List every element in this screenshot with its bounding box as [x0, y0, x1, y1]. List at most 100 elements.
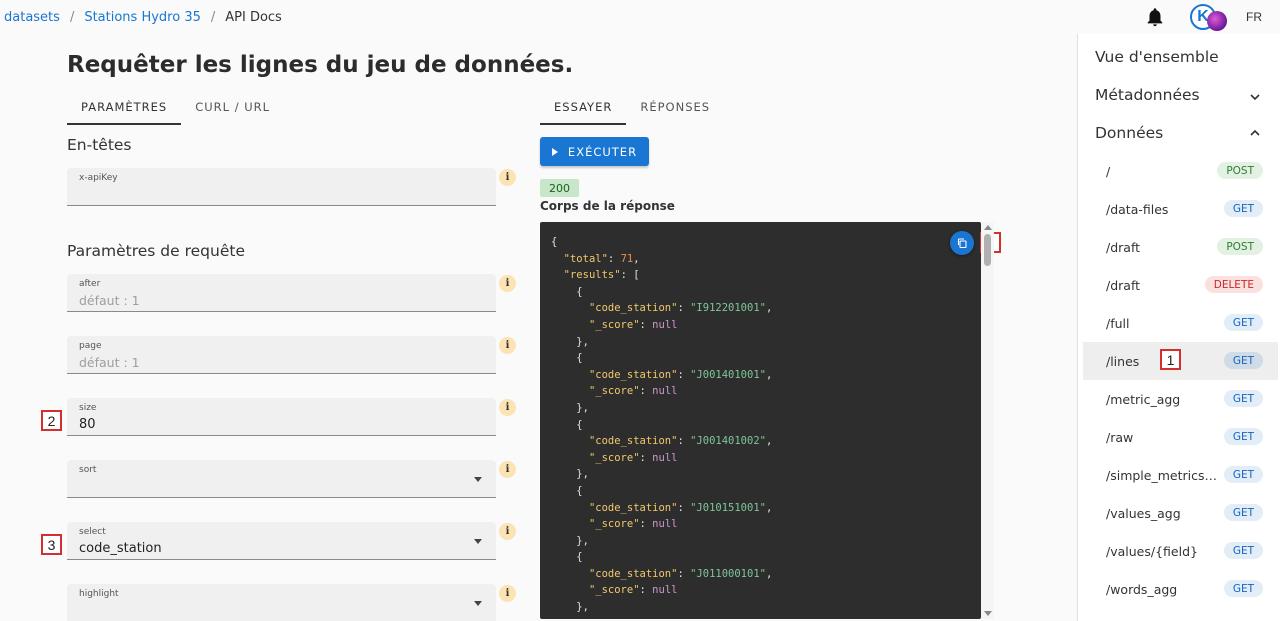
info-icon[interactable]: i	[499, 337, 516, 354]
response-json: { "total": 71, "results": [ { "code_stat…	[551, 236, 773, 614]
tab-curl-url[interactable]: CURL / URL	[181, 90, 284, 125]
dropdown-caret-icon	[474, 601, 482, 606]
endpoint-path: /	[1106, 164, 1111, 179]
avatar[interactable]: K	[1190, 1, 1227, 33]
method-badge: DELETE	[1204, 276, 1263, 293]
endpoint-item[interactable]: /full GET	[1083, 304, 1278, 342]
endpoint-item[interactable]: / POST	[1083, 152, 1278, 190]
play-icon	[551, 147, 558, 156]
bell-icon[interactable]	[1144, 6, 1166, 28]
endpoint-path: /full	[1106, 316, 1130, 331]
main-content: Requêter les lignes du jeu de données. P…	[0, 34, 1077, 621]
chevron-up-icon[interactable]	[1250, 128, 1260, 138]
endpoint-path: /words_agg	[1106, 582, 1178, 597]
sidebar-overview[interactable]: Vue d'ensemble	[1095, 48, 1219, 66]
method-badge: GET	[1223, 200, 1263, 217]
method-badge: POST	[1217, 162, 1263, 179]
user-avatar-icon	[1207, 11, 1227, 31]
page-field[interactable]: page défaut : 1	[67, 336, 496, 374]
endpoint-path: /values/{field}	[1106, 544, 1198, 559]
scroll-down-icon[interactable]	[984, 611, 992, 616]
size-value: 80	[79, 417, 96, 432]
endpoint-path: /draft	[1106, 278, 1141, 293]
endpoint-path: /data-files	[1106, 202, 1169, 217]
endpoint-item[interactable]: /draft DELETE	[1083, 266, 1278, 304]
api-sidebar: Vue d'ensemble Métadonnées Données / POST…	[1077, 34, 1280, 621]
method-badge: GET	[1223, 352, 1263, 369]
right-tabs: ESSAYER RÉPONSES	[540, 90, 724, 125]
sort-label: sort	[79, 465, 97, 475]
endpoint-item[interactable]: /metric_agg GET	[1083, 380, 1278, 418]
endpoint-path: /lines	[1106, 354, 1140, 369]
method-badge: GET	[1223, 314, 1263, 331]
method-badge: POST	[1217, 238, 1263, 255]
tab-try[interactable]: ESSAYER	[540, 90, 627, 125]
info-icon[interactable]: i	[499, 275, 516, 292]
endpoint-path: /raw	[1106, 430, 1134, 445]
breadcrumb-current: API Docs	[225, 9, 282, 25]
left-tabs: PARAMÈTRES CURL / URL	[67, 90, 284, 125]
copy-button[interactable]	[950, 231, 974, 255]
copy-icon	[957, 238, 967, 249]
endpoint-item[interactable]: /draft POST	[1083, 228, 1278, 266]
dropdown-caret-icon	[474, 539, 482, 544]
endpoint-item[interactable]: /values_agg GET	[1083, 494, 1278, 532]
method-badge: GET	[1223, 542, 1263, 559]
endpoint-path: /values_agg	[1106, 506, 1181, 521]
endpoint-item[interactable]: /values/{field} GET	[1083, 532, 1278, 570]
after-field[interactable]: after défaut : 1	[67, 274, 496, 312]
params-title: Paramètres de requête	[67, 242, 245, 260]
endpoint-item[interactable]: /words_agg GET	[1083, 570, 1278, 608]
endpoint-item[interactable]: /raw GET	[1083, 418, 1278, 456]
language-switch[interactable]: FR	[1246, 10, 1262, 24]
code-scrollbar[interactable]	[981, 222, 994, 619]
top-bar: datasets / Stations Hydro 35 / API Docs …	[0, 0, 1280, 34]
highlight-select[interactable]: highlight	[67, 584, 496, 621]
tab-parameters[interactable]: PARAMÈTRES	[67, 90, 182, 125]
method-badge: GET	[1223, 580, 1263, 597]
info-icon[interactable]: i	[499, 169, 516, 186]
size-field[interactable]: size 80	[67, 398, 496, 436]
endpoint-item[interactable]: /simple_metrics_a... GET	[1083, 456, 1278, 494]
apikey-field[interactable]: x-apiKey	[67, 168, 496, 206]
sort-select[interactable]: sort	[67, 460, 496, 498]
tab-responses[interactable]: RÉPONSES	[626, 90, 724, 125]
marker-2: 2	[41, 410, 62, 431]
breadcrumb-separator: /	[69, 9, 75, 25]
method-badge: GET	[1223, 428, 1263, 445]
page-placeholder: défaut : 1	[79, 355, 140, 370]
select-select[interactable]: select code_station	[67, 522, 496, 560]
execute-button[interactable]: EXÉCUTER	[540, 137, 649, 166]
info-icon[interactable]: i	[499, 585, 516, 602]
execute-label: EXÉCUTER	[567, 144, 638, 159]
info-icon[interactable]: i	[499, 399, 516, 416]
sidebar-data[interactable]: Données	[1095, 124, 1163, 142]
info-icon[interactable]: i	[499, 523, 516, 540]
apikey-label: x-apiKey	[79, 173, 118, 183]
endpoint-path: /simple_metrics_a...	[1106, 468, 1221, 483]
after-label: after	[79, 279, 101, 289]
dropdown-caret-icon	[474, 477, 482, 482]
size-label: size	[79, 403, 97, 413]
marker-3: 3	[41, 534, 62, 555]
endpoint-path: /metric_agg	[1106, 392, 1181, 407]
breadcrumb-datasets[interactable]: datasets	[4, 10, 60, 25]
info-icon[interactable]: i	[499, 461, 516, 478]
response-code-panel[interactable]: { "total": 71, "results": [ { "code_stat…	[540, 222, 981, 619]
select-value: code_station	[79, 541, 162, 556]
highlight-label: highlight	[79, 589, 119, 599]
breadcrumb-separator: /	[210, 9, 216, 25]
endpoint-item[interactable]: /data-files GET	[1083, 190, 1278, 228]
method-badge: GET	[1223, 504, 1263, 521]
sidebar-metadata[interactable]: Métadonnées	[1095, 86, 1200, 104]
scroll-up-icon[interactable]	[984, 225, 992, 230]
chevron-down-icon[interactable]	[1250, 92, 1260, 102]
page-title: Requêter les lignes du jeu de données.	[67, 52, 574, 78]
scroll-thumb[interactable]	[984, 234, 991, 266]
breadcrumb-dataset[interactable]: Stations Hydro 35	[84, 10, 201, 25]
method-badge: GET	[1223, 390, 1263, 407]
breadcrumb: datasets / Stations Hydro 35 / API Docs	[0, 10, 282, 25]
page-label: page	[79, 341, 102, 351]
response-body-label: Corps de la réponse	[540, 199, 675, 213]
select-label: select	[79, 527, 106, 537]
